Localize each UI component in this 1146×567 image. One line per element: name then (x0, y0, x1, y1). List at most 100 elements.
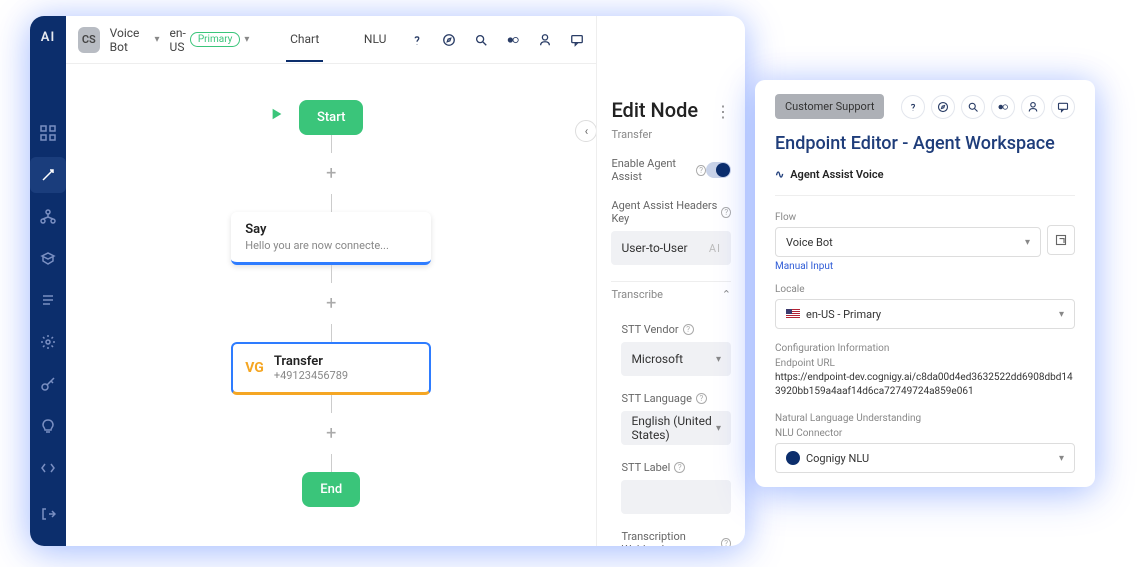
node-transfer[interactable]: VG Transfer +49123456789 (231, 342, 431, 395)
flow-canvas[interactable]: Start + Say Hello you are now connecte..… (66, 64, 596, 546)
workspace-avatar[interactable]: CS (78, 27, 100, 53)
connector (331, 324, 332, 342)
us-flag-icon (786, 309, 800, 319)
search-icon[interactable] (961, 95, 985, 119)
add-node-button[interactable]: + (326, 163, 336, 184)
flow-label: Flow (775, 212, 1075, 223)
help-icon[interactable] (410, 33, 424, 47)
user-icon[interactable] (538, 33, 552, 47)
nlu-connector-value: Cognigy NLU (806, 452, 869, 465)
help-icon[interactable]: ? (696, 393, 707, 404)
sidebar-learn-icon[interactable] (30, 241, 66, 277)
node-say-subtitle: Hello you are now connecte... (245, 239, 417, 252)
help-icon[interactable]: ? (721, 207, 731, 218)
tab-nlu[interactable]: NLU (360, 18, 391, 62)
node-say[interactable]: Say Hello you are now connecte... (231, 212, 431, 265)
help-icon[interactable] (901, 95, 925, 119)
transcribe-section-toggle[interactable]: Transcribe ⌃ (611, 281, 731, 307)
user-icon[interactable] (1021, 95, 1045, 119)
chevron-down-icon: ▾ (244, 34, 249, 45)
locale-select[interactable]: en-US - Primary ▾ (775, 299, 1075, 329)
locale-label: Locale (775, 284, 1075, 295)
kebab-menu-icon[interactable]: ⋮ (715, 102, 731, 121)
add-node-button[interactable]: + (326, 423, 336, 444)
compass-icon[interactable] (442, 33, 456, 47)
endpoint-url-label: Endpoint URL (775, 358, 1075, 369)
node-say-title: Say (245, 222, 417, 237)
sidebar-code-icon[interactable] (30, 450, 66, 486)
chevron-down-icon: ▾ (716, 354, 721, 365)
sidebar-key-icon[interactable] (30, 366, 66, 402)
sidebar: AI (30, 16, 66, 546)
nlu-connector-select[interactable]: Cognigy NLU ▾ (775, 443, 1075, 473)
flow-name: Voice Bot (110, 26, 151, 54)
assist-label: Agent Assist Voice (790, 168, 883, 181)
flow-select-value: Voice Bot (786, 236, 833, 249)
play-icon[interactable] (270, 106, 284, 125)
connector (331, 135, 332, 153)
connector (331, 454, 332, 472)
node-transfer-title: Transfer (274, 354, 348, 369)
connector (331, 265, 332, 283)
sidebar-dashboard-icon[interactable] (30, 115, 66, 151)
search-icon[interactable] (474, 33, 488, 47)
sidebar-settings-icon[interactable] (30, 324, 66, 360)
node-start[interactable]: Start (299, 100, 363, 135)
chevron-down-icon: ▾ (1059, 309, 1064, 320)
top-bar: CS Voice Bot ▾ en-US Primary ▾ Chart NLU (66, 16, 596, 64)
help-icon[interactable]: ? (696, 165, 705, 176)
toggle-icon[interactable] (991, 95, 1015, 119)
add-node-button[interactable]: + (326, 293, 336, 314)
stt-label-label: STT Label (621, 461, 670, 474)
open-flow-button[interactable] (1047, 225, 1075, 255)
endpoint-url-value: https://endpoint-dev.cognigy.ai/c8da00d4… (775, 371, 1075, 399)
compass-icon[interactable] (931, 95, 955, 119)
enable-agent-assist-label: Enable Agent Assist (611, 157, 692, 183)
transcribe-label: Transcribe (611, 288, 663, 301)
toggle-icon[interactable] (506, 33, 520, 47)
enable-agent-assist-toggle[interactable] (706, 162, 731, 178)
toolbar-icons (410, 33, 584, 47)
sidebar-build-icon[interactable] (30, 157, 66, 193)
help-icon[interactable]: ? (683, 324, 694, 335)
stt-vendor-select[interactable]: Microsoft ▾ (621, 342, 731, 376)
chevron-down-icon: ▾ (1059, 453, 1064, 464)
chevron-down-icon: ▾ (155, 34, 160, 45)
sidebar-list-icon[interactable] (30, 283, 66, 319)
connector (331, 395, 332, 413)
connector (331, 194, 332, 212)
assist-logo-icon: ∿ (775, 168, 784, 181)
flow-selector[interactable]: Voice Bot ▾ (110, 26, 160, 54)
chevron-up-icon: ⌃ (722, 288, 731, 301)
stt-vendor-label: STT Vendor (621, 323, 678, 336)
edit-panel-subtitle: Transfer (611, 128, 731, 141)
manual-input-link[interactable]: Manual Input (775, 261, 1075, 272)
sidebar-bulb-icon[interactable] (30, 408, 66, 444)
endpoint-title: Endpoint Editor - Agent Workspace (775, 133, 1075, 154)
stt-vendor-value: Microsoft (631, 352, 683, 366)
flow-select[interactable]: Voice Bot ▾ (775, 227, 1041, 257)
chat-icon[interactable] (1051, 95, 1075, 119)
config-info-label: Configuration Information (775, 343, 1075, 354)
headers-key-input[interactable]: User-to-User AI (611, 231, 731, 265)
chat-icon[interactable] (570, 33, 584, 47)
help-icon[interactable]: ? (721, 538, 731, 547)
locale-selector[interactable]: en-US Primary ▾ (170, 26, 250, 54)
node-end[interactable]: End (302, 472, 360, 507)
sidebar-logout-icon[interactable] (30, 496, 66, 532)
sidebar-tree-icon[interactable] (30, 199, 66, 235)
endpoint-editor-card: Customer Support Endpoint Editor - Agent… (755, 80, 1095, 487)
workspace-pill[interactable]: Customer Support (775, 94, 884, 119)
vg-badge: VG (245, 360, 264, 376)
help-icon[interactable]: ? (674, 462, 685, 473)
locale-select-value: en-US - Primary (806, 308, 881, 321)
logo: AI (41, 30, 55, 45)
tab-chart[interactable]: Chart (286, 18, 323, 62)
headers-key-value: User-to-User (621, 241, 687, 255)
stt-label-input[interactable] (621, 480, 731, 514)
main-window: AI (30, 16, 745, 546)
nlu-section-label: Natural Language Understanding (775, 413, 1075, 424)
stt-language-label: STT Language (621, 392, 691, 405)
headers-key-label: Agent Assist Headers Key (611, 199, 717, 225)
stt-language-select[interactable]: English (United States) ▾ (621, 411, 731, 445)
